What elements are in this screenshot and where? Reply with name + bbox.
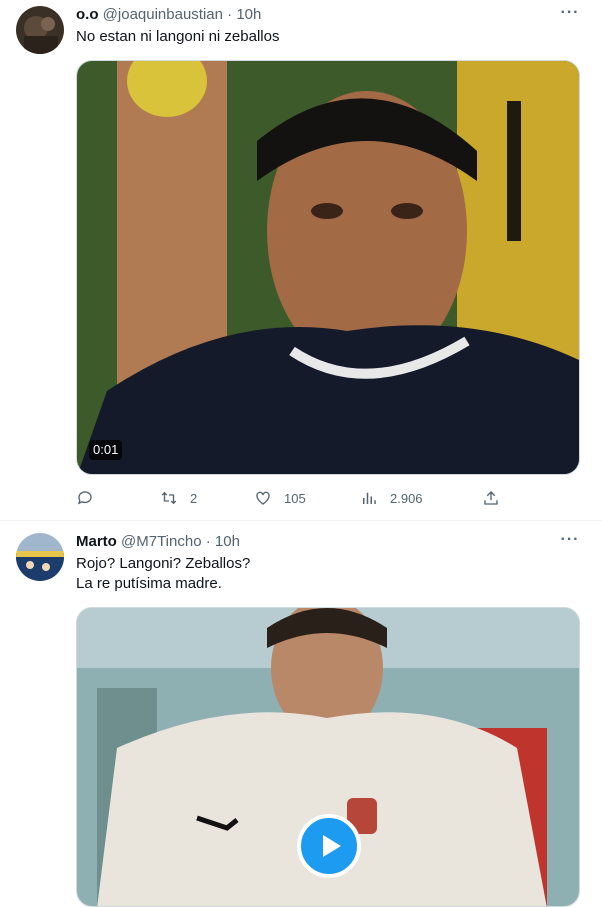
play-icon — [323, 835, 341, 857]
tweet-actions: 2 105 2.906 — [76, 488, 506, 508]
tweet-video[interactable]: 0:01 — [76, 60, 580, 475]
more-horizontal-icon: ··· — [560, 4, 580, 21]
separator: · — [227, 6, 233, 23]
tweet-header: Marto @M7Tincho · 10h — [76, 532, 240, 552]
like-count: 105 — [284, 490, 306, 506]
retweet-icon — [161, 491, 177, 505]
timestamp[interactable]: 10h — [236, 6, 261, 23]
more-horizontal-icon: ··· — [560, 531, 580, 548]
retweet-button[interactable]: 2 — [160, 488, 197, 508]
avatar-marto[interactable] — [16, 533, 64, 581]
avatar-oo[interactable] — [16, 6, 64, 54]
views-count: 2.906 — [390, 490, 423, 506]
retweet-count: 2 — [190, 490, 198, 506]
video-thumbnail — [77, 61, 579, 474]
tweet-text-line: La re putísima madre. — [76, 575, 222, 592]
heart-icon — [256, 491, 270, 505]
tweet-1[interactable]: o.o @joaquinbaustian · 10h ··· No estan … — [0, 0, 602, 520]
tweet-2[interactable]: Marto @M7Tincho · 10h ··· Rojo? Langoni?… — [0, 521, 602, 907]
reply-icon — [77, 491, 92, 505]
tweet-video[interactable] — [76, 607, 580, 907]
tweet-text-line: No estan ni langoni ni zeballos — [76, 28, 280, 45]
more-options-button[interactable]: ··· — [560, 4, 580, 26]
handle[interactable]: @joaquinbaustian — [103, 6, 223, 23]
separator: · — [205, 533, 211, 550]
like-button[interactable]: 105 — [254, 488, 306, 508]
share-icon — [484, 491, 498, 505]
tweet-header: o.o @joaquinbaustian · 10h — [76, 5, 261, 25]
tweet-text-line: Rojo? Langoni? Zeballos? — [76, 555, 251, 572]
views-button[interactable]: 2.906 — [360, 488, 423, 508]
share-button[interactable] — [482, 488, 500, 508]
video-duration: 0:01 — [89, 440, 123, 460]
timestamp[interactable]: 10h — [215, 533, 240, 550]
display-name[interactable]: o.o — [76, 6, 99, 23]
tweet-text: Rojo? Langoni? Zeballos? La re putísima … — [76, 554, 250, 594]
display-name[interactable]: Marto — [76, 533, 117, 550]
handle[interactable]: @M7Tincho — [121, 533, 202, 550]
play-button[interactable] — [297, 814, 361, 878]
views-icon — [363, 492, 376, 504]
more-options-button[interactable]: ··· — [560, 531, 580, 553]
tweet-text: No estan ni langoni ni zeballos — [76, 27, 279, 47]
reply-button[interactable] — [76, 488, 106, 508]
